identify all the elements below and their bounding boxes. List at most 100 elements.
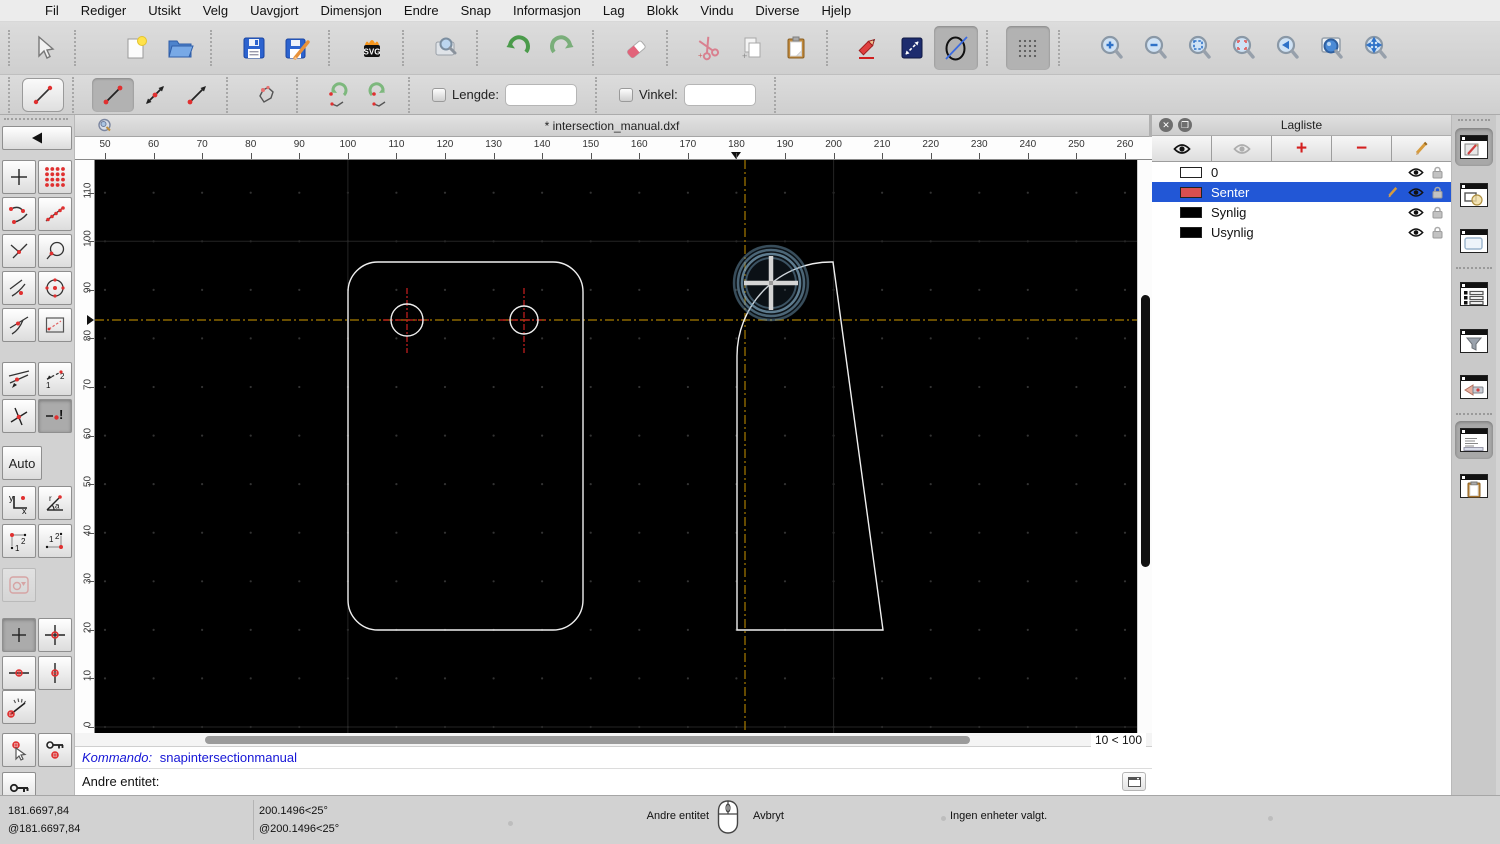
- distance-reference-button[interactable]: [890, 26, 934, 70]
- toolbar-handle[interactable]: [8, 76, 17, 113]
- snap-auto-button[interactable]: Auto: [2, 446, 42, 480]
- snap-middle-button[interactable]: [2, 271, 36, 305]
- menu-item-informasjon[interactable]: Informasjon: [502, 3, 592, 18]
- drawing-window-titlebar[interactable]: * intersection_manual.dxf: [75, 115, 1149, 137]
- zoom-out-button[interactable]: [1134, 26, 1178, 70]
- snap-intersection-auto-button[interactable]: [2, 362, 36, 396]
- cut-button[interactable]: +: [686, 26, 730, 70]
- lock-relative-zero-button[interactable]: [38, 733, 72, 767]
- snap-on-entity-button[interactable]: [38, 197, 72, 231]
- paste-button[interactable]: [774, 26, 818, 70]
- snap-back-button[interactable]: [2, 126, 72, 150]
- dock-handle[interactable]: [1458, 119, 1490, 121]
- snap-grid-button[interactable]: [38, 160, 72, 194]
- grid-toggle-button[interactable]: [1006, 26, 1050, 70]
- menu-item-fil[interactable]: Fil: [34, 3, 70, 18]
- zoom-redraw-button[interactable]: [1266, 26, 1310, 70]
- undo-button[interactable]: [496, 26, 540, 70]
- export-svg-button[interactable]: SVG: [350, 26, 394, 70]
- zoom-previous-button[interactable]: [1222, 26, 1266, 70]
- angle-input[interactable]: [683, 83, 756, 106]
- horizontal-scrollbar-thumb[interactable]: [205, 736, 970, 744]
- layer-row-0[interactable]: 0: [1152, 162, 1451, 182]
- restrict-disabled-button[interactable]: [2, 568, 36, 602]
- zoom-in-button[interactable]: [1090, 26, 1134, 70]
- save-as-button[interactable]: [276, 26, 320, 70]
- add-layer-button[interactable]: +: [1272, 136, 1332, 161]
- restrict-nothing-button[interactable]: [2, 618, 36, 652]
- redo-button[interactable]: [540, 26, 584, 70]
- command-widget-dock-button[interactable]: [1455, 421, 1493, 459]
- menu-item-lag[interactable]: Lag: [592, 3, 636, 18]
- blocks-dock-button[interactable]: [1455, 176, 1493, 214]
- layer-lock-icon[interactable]: [1432, 206, 1443, 219]
- menu-item-vindu[interactable]: Vindu: [689, 3, 744, 18]
- remove-layer-button[interactable]: −: [1332, 136, 1392, 161]
- layer-visibility-icon[interactable]: [1408, 167, 1424, 178]
- horizontal-scrollbar[interactable]: 10 < 100: [75, 733, 1152, 747]
- snap-endpoints-button[interactable]: [2, 197, 36, 231]
- copy-button[interactable]: +: [730, 26, 774, 70]
- filter-dock-button[interactable]: [1455, 322, 1493, 360]
- polyline-button[interactable]: [246, 78, 288, 112]
- restrict-orthogonal-button[interactable]: [38, 618, 72, 652]
- zoom-pan-button[interactable]: [1354, 26, 1398, 70]
- set-relative-zero-button[interactable]: [2, 733, 36, 767]
- close-panel-button[interactable]: ✕: [1159, 118, 1173, 132]
- snap-tangent-button[interactable]: [38, 234, 72, 268]
- restrict-horizontal-button[interactable]: [2, 656, 36, 690]
- snap-intersection-manual-button[interactable]: !: [38, 399, 72, 433]
- layer-edit-icon[interactable]: [1386, 185, 1400, 199]
- command-dock-toggle-button[interactable]: [1122, 772, 1146, 791]
- layer-lock-icon[interactable]: [1432, 186, 1443, 199]
- toolbar-handle[interactable]: [8, 30, 17, 66]
- snap-reference-button[interactable]: [38, 308, 72, 342]
- snap-intersection-button[interactable]: [2, 308, 36, 342]
- menu-item-dimensjon[interactable]: Dimensjon: [309, 3, 392, 18]
- edit-layer-button[interactable]: [1392, 136, 1451, 161]
- layer-visibility-icon[interactable]: [1408, 227, 1424, 238]
- angle-checkbox[interactable]: [619, 87, 633, 102]
- zoom-window-button[interactable]: [1310, 26, 1354, 70]
- length-checkbox[interactable]: [432, 87, 446, 102]
- line-ray-button[interactable]: [176, 78, 218, 112]
- zoom-auto-button[interactable]: [1178, 26, 1222, 70]
- clipboard-dock-button[interactable]: [1455, 467, 1493, 505]
- layer-color-swatch[interactable]: [1180, 166, 1202, 178]
- layer-list-dock-button[interactable]: [1455, 275, 1493, 313]
- select-pointer-button[interactable]: [22, 26, 66, 70]
- drawing-canvas[interactable]: [95, 160, 1137, 733]
- rounded-plate-outline[interactable]: [347, 261, 584, 631]
- restrict-vertical-button[interactable]: [38, 656, 72, 690]
- layer-color-swatch[interactable]: [1180, 226, 1202, 238]
- vertical-scrollbar-thumb[interactable]: [1141, 295, 1150, 567]
- vertical-scrollbar[interactable]: [1137, 160, 1152, 733]
- hide-all-layers-button[interactable]: [1212, 136, 1272, 161]
- named-views-dock-button[interactable]: [1455, 368, 1493, 406]
- point-order-1-button[interactable]: 12: [2, 524, 36, 558]
- menu-item-hjelp[interactable]: Hjelp: [811, 3, 863, 18]
- snap-intersection-x-button[interactable]: [2, 399, 36, 433]
- layer-color-swatch[interactable]: [1180, 206, 1202, 218]
- open-file-button[interactable]: [158, 26, 202, 70]
- new-document-button[interactable]: [114, 26, 158, 70]
- ellipse-tool-button[interactable]: [934, 26, 978, 70]
- menu-item-endre[interactable]: Endre: [393, 3, 450, 18]
- menu-item-uavgjort[interactable]: Uavgjort: [239, 3, 309, 18]
- print-preview-button[interactable]: [424, 26, 468, 70]
- snap-perpendicular-button[interactable]: [2, 234, 36, 268]
- redo-segment-button[interactable]: [358, 78, 400, 112]
- length-input[interactable]: [505, 83, 577, 106]
- layer-visibility-icon[interactable]: [1408, 187, 1424, 198]
- layer-color-swatch[interactable]: [1180, 186, 1202, 198]
- undo-segment-button[interactable]: [316, 78, 358, 112]
- angle-gauge-button[interactable]: [2, 690, 36, 724]
- drawing-entities[interactable]: [347, 261, 884, 631]
- menu-item-velg[interactable]: Velg: [192, 3, 239, 18]
- show-all-layers-button[interactable]: [1152, 136, 1212, 161]
- layer-row-senter[interactable]: Senter: [1152, 182, 1451, 202]
- dock-handle[interactable]: [4, 118, 68, 120]
- coords-polar-button[interactable]: ra: [38, 486, 72, 520]
- command-prompt-line[interactable]: Andre entitet:: [75, 769, 1152, 795]
- draw-pen-button[interactable]: [846, 26, 890, 70]
